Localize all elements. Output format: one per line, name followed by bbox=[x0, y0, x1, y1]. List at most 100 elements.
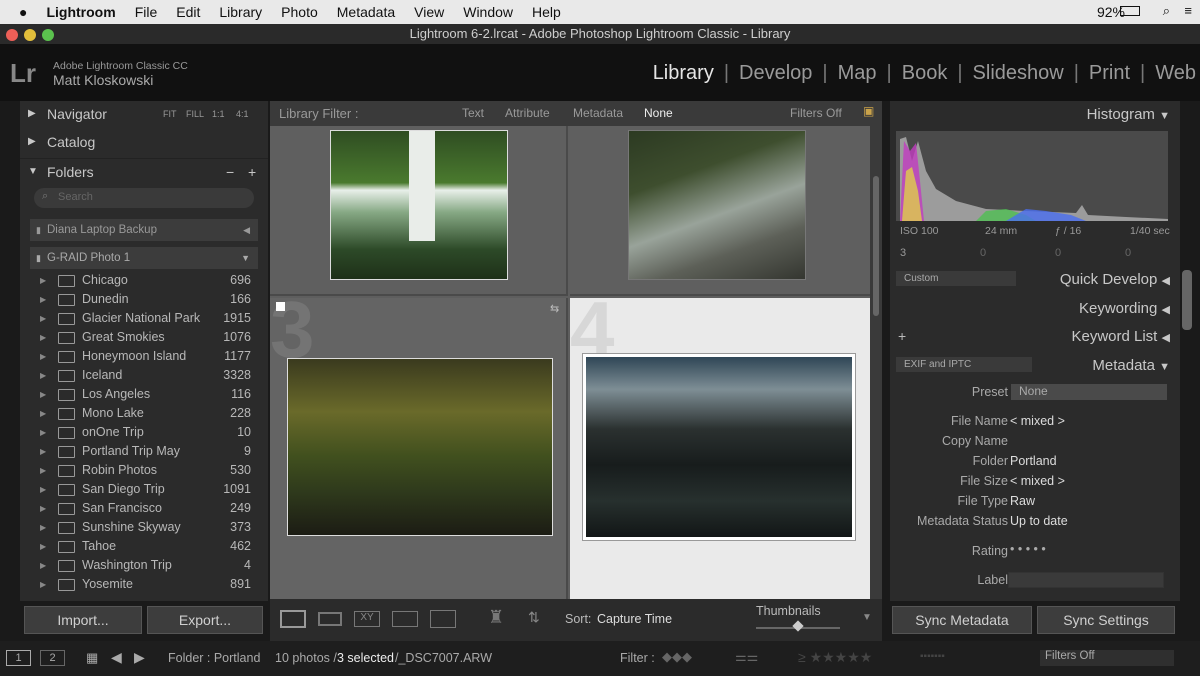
catalog-header[interactable]: ▶ Catalog bbox=[20, 129, 268, 155]
edit-filter-icons[interactable]: ⚌⚌ bbox=[735, 649, 758, 665]
filter-none[interactable]: None bbox=[644, 106, 673, 120]
module-map[interactable]: Map bbox=[828, 62, 887, 85]
expand-triangle-icon[interactable]: ▶ bbox=[40, 556, 46, 575]
metadata-field-value[interactable]: < mixed > bbox=[1010, 414, 1065, 428]
folder-item[interactable]: ▶ Mono Lake 228 bbox=[20, 404, 268, 423]
expand-triangle-icon[interactable]: ▶ bbox=[40, 442, 46, 461]
folder-item[interactable]: ▶ Yosemite 891 bbox=[20, 575, 268, 594]
compare-view-icon[interactable]: XY bbox=[354, 611, 380, 627]
navigator-header[interactable]: ▶ Navigator FIT FILL 1:1 4:1 bbox=[20, 101, 268, 127]
expand-triangle-icon[interactable]: ▶ bbox=[40, 271, 46, 290]
histogram-header[interactable]: Histogram ▼ bbox=[1087, 106, 1170, 123]
zoom-1-1[interactable]: 1:1 bbox=[212, 101, 225, 127]
add-keyword-button[interactable]: + bbox=[898, 328, 906, 344]
grid-scrollbar[interactable] bbox=[870, 126, 882, 599]
back-icon[interactable]: ◀ bbox=[111, 649, 122, 666]
grid-icon[interactable]: ▦ bbox=[86, 650, 98, 666]
filters-off-status[interactable]: Filters Off bbox=[790, 106, 842, 120]
module-library[interactable]: Library bbox=[643, 62, 724, 85]
lock-icon[interactable]: ▣ bbox=[863, 104, 874, 118]
folder-item[interactable]: ▶ Washington Trip 4 bbox=[20, 556, 268, 575]
menu-window[interactable]: Window bbox=[463, 4, 513, 20]
current-file[interactable]: /_DSC7007.ARW bbox=[395, 651, 492, 665]
folder-item[interactable]: ▶ Honeymoon Island 1177 bbox=[20, 347, 268, 366]
zoom-fill[interactable]: FILL bbox=[186, 101, 204, 127]
add-folder-button[interactable]: + bbox=[248, 159, 256, 185]
waterfall-thumbnail[interactable] bbox=[330, 130, 508, 280]
folder-item[interactable]: ▶ Iceland 3328 bbox=[20, 366, 268, 385]
keyword-list-header[interactable]: Keyword List ◀ bbox=[1071, 328, 1170, 345]
search-icon[interactable]: ⌕ bbox=[1163, 3, 1170, 19]
expand-triangle-icon[interactable]: ▶ bbox=[40, 290, 46, 309]
apple-icon[interactable]: ● bbox=[19, 4, 27, 20]
menu-library[interactable]: Library bbox=[219, 4, 262, 20]
remove-folder-button[interactable]: − bbox=[226, 159, 234, 185]
folder-item[interactable]: ▶ San Francisco 249 bbox=[20, 499, 268, 518]
export-button[interactable]: Export... bbox=[147, 606, 263, 634]
sync-settings-button[interactable]: Sync Settings bbox=[1037, 606, 1175, 634]
forward-icon[interactable]: ▶ bbox=[134, 649, 145, 666]
flag-filter-icons[interactable]: ◆◆◆ bbox=[662, 649, 692, 665]
metadata-view-select[interactable]: EXIF and IPTC bbox=[896, 357, 1032, 372]
zoom-4-1[interactable]: 4:1 bbox=[236, 101, 249, 127]
metadata-field-value[interactable]: Up to date bbox=[1010, 514, 1068, 528]
expand-triangle-icon[interactable]: ▶ bbox=[40, 328, 46, 347]
folder-item[interactable]: ▶ Robin Photos 530 bbox=[20, 461, 268, 480]
metadata-field-value[interactable]: Raw bbox=[1010, 494, 1035, 508]
folder-item[interactable]: ▶ Los Angeles 116 bbox=[20, 385, 268, 404]
window-2-button[interactable]: 2 bbox=[40, 650, 65, 666]
histogram-graph[interactable] bbox=[896, 131, 1168, 221]
expand-triangle-icon[interactable]: ▶ bbox=[40, 461, 46, 480]
volume-graid-photo[interactable]: ▮ G-RAID Photo 1 ▼ bbox=[30, 247, 258, 269]
lake-thumbnail[interactable] bbox=[582, 353, 856, 541]
quick-develop-header[interactable]: Quick Develop ◀ bbox=[1060, 271, 1170, 288]
folder-item[interactable]: ▶ onOne Trip 10 bbox=[20, 423, 268, 442]
folder-item[interactable]: ▶ Portland Trip May 9 bbox=[20, 442, 268, 461]
expand-triangle-icon[interactable]: ▶ bbox=[40, 575, 46, 594]
flag-icon[interactable] bbox=[276, 302, 285, 311]
label-field[interactable] bbox=[1008, 572, 1164, 588]
expand-triangle-icon[interactable]: ▶ bbox=[40, 347, 46, 366]
toolbar-menu-icon[interactable]: ▼ bbox=[862, 612, 872, 623]
folders-header[interactable]: ▼ Folders − + bbox=[20, 158, 268, 184]
module-print[interactable]: Print bbox=[1079, 62, 1140, 85]
forest-stream-thumbnail[interactable] bbox=[287, 358, 553, 536]
expand-triangle-icon[interactable]: ▶ bbox=[40, 499, 46, 518]
right-panel-scrollbar[interactable] bbox=[1182, 270, 1192, 330]
menu-metadata[interactable]: Metadata bbox=[337, 4, 395, 20]
grid-cell-3[interactable]: 3 ⇆ bbox=[270, 285, 568, 599]
metadata-field-value[interactable]: < mixed > bbox=[1010, 474, 1065, 488]
folder-search-field[interactable]: ⌕ Search bbox=[34, 188, 254, 208]
grid-cell-4-selected[interactable]: 4 bbox=[570, 285, 870, 599]
window-1-button[interactable]: 1 bbox=[6, 650, 31, 666]
zoom-icon[interactable] bbox=[42, 29, 54, 41]
folder-item[interactable]: ▶ Great Smokies 1076 bbox=[20, 328, 268, 347]
expand-triangle-icon[interactable]: ▶ bbox=[40, 385, 46, 404]
metadata-preset-select[interactable]: None bbox=[1011, 384, 1167, 400]
module-book[interactable]: Book bbox=[892, 62, 958, 85]
expand-triangle-icon[interactable]: ▶ bbox=[40, 423, 46, 442]
metadata-field-value[interactable]: Portland bbox=[1010, 454, 1057, 468]
expand-triangle-icon[interactable]: ▶ bbox=[40, 309, 46, 328]
list-icon[interactable]: ≡ bbox=[1184, 3, 1192, 18]
star-rating-filter[interactable]: ≥ ★★★★★ bbox=[798, 649, 872, 666]
expand-triangle-icon[interactable]: ▶ bbox=[40, 518, 46, 537]
close-icon[interactable] bbox=[6, 29, 18, 41]
volume-diana-laptop[interactable]: ▮ Diana Laptop Backup ◀ bbox=[30, 219, 258, 241]
slider-thumb[interactable] bbox=[792, 620, 804, 632]
module-develop[interactable]: Develop bbox=[729, 62, 822, 85]
menu-view[interactable]: View bbox=[414, 4, 444, 20]
color-label-filter[interactable]: ▪▪▪▪▪▪▪ bbox=[920, 651, 945, 662]
module-slideshow[interactable]: Slideshow bbox=[963, 62, 1074, 85]
zoom-fit[interactable]: FIT bbox=[163, 101, 177, 127]
module-web[interactable]: Web bbox=[1145, 62, 1200, 85]
people-view-icon[interactable] bbox=[430, 610, 456, 628]
sort-direction-icon[interactable]: ⇅ bbox=[528, 609, 540, 626]
menu-lightroom[interactable]: Lightroom bbox=[46, 4, 115, 20]
menu-photo[interactable]: Photo bbox=[281, 4, 318, 20]
survey-view-icon[interactable] bbox=[392, 611, 418, 627]
filter-metadata[interactable]: Metadata bbox=[573, 106, 623, 120]
rotate-icon[interactable]: ⇆ bbox=[550, 302, 559, 315]
grid-cell[interactable] bbox=[570, 126, 870, 296]
sync-metadata-button[interactable]: Sync Metadata bbox=[892, 606, 1032, 634]
